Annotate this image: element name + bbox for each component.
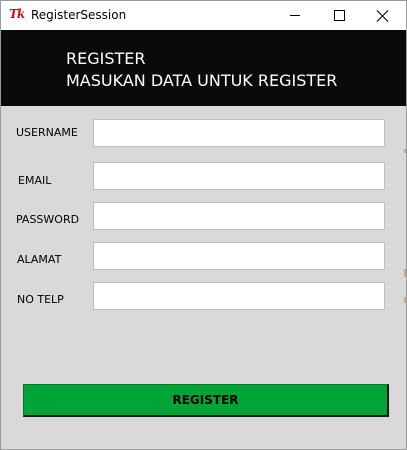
header-title: REGISTER bbox=[66, 49, 146, 68]
alamat-label: ALAMAT bbox=[17, 253, 62, 266]
register-window: Tk RegisterSession REGISTER MASUKAN DATA… bbox=[0, 0, 407, 450]
minimize-icon bbox=[290, 15, 300, 16]
header-subtitle: MASUKAN DATA UNTUK REGISTER bbox=[66, 71, 338, 90]
close-button[interactable] bbox=[361, 1, 405, 30]
no-telp-input[interactable] bbox=[93, 282, 385, 310]
no-telp-label: NO TELP bbox=[17, 293, 64, 306]
maximize-icon bbox=[333, 10, 345, 21]
username-label: USERNAME bbox=[16, 126, 78, 139]
alamat-input[interactable] bbox=[93, 242, 385, 270]
close-icon bbox=[377, 10, 389, 22]
header-banner: REGISTER MASUKAN DATA UNTUK REGISTER bbox=[1, 30, 406, 106]
window-title: RegisterSession bbox=[31, 8, 127, 22]
minimize-button[interactable] bbox=[273, 1, 317, 30]
edge-artifact bbox=[404, 269, 406, 277]
email-input[interactable] bbox=[93, 162, 385, 190]
edge-artifact bbox=[404, 149, 406, 153]
register-button[interactable]: REGISTER bbox=[23, 384, 389, 417]
password-label: PASSWORD bbox=[16, 213, 80, 226]
tk-feather-icon: Tk bbox=[9, 7, 25, 21]
maximize-button[interactable] bbox=[317, 1, 361, 30]
email-label: EMAIL bbox=[18, 174, 52, 187]
password-input[interactable] bbox=[93, 202, 385, 230]
edge-artifact bbox=[404, 297, 406, 303]
username-input[interactable] bbox=[93, 119, 385, 147]
title-bar[interactable]: Tk RegisterSession bbox=[1, 1, 406, 30]
